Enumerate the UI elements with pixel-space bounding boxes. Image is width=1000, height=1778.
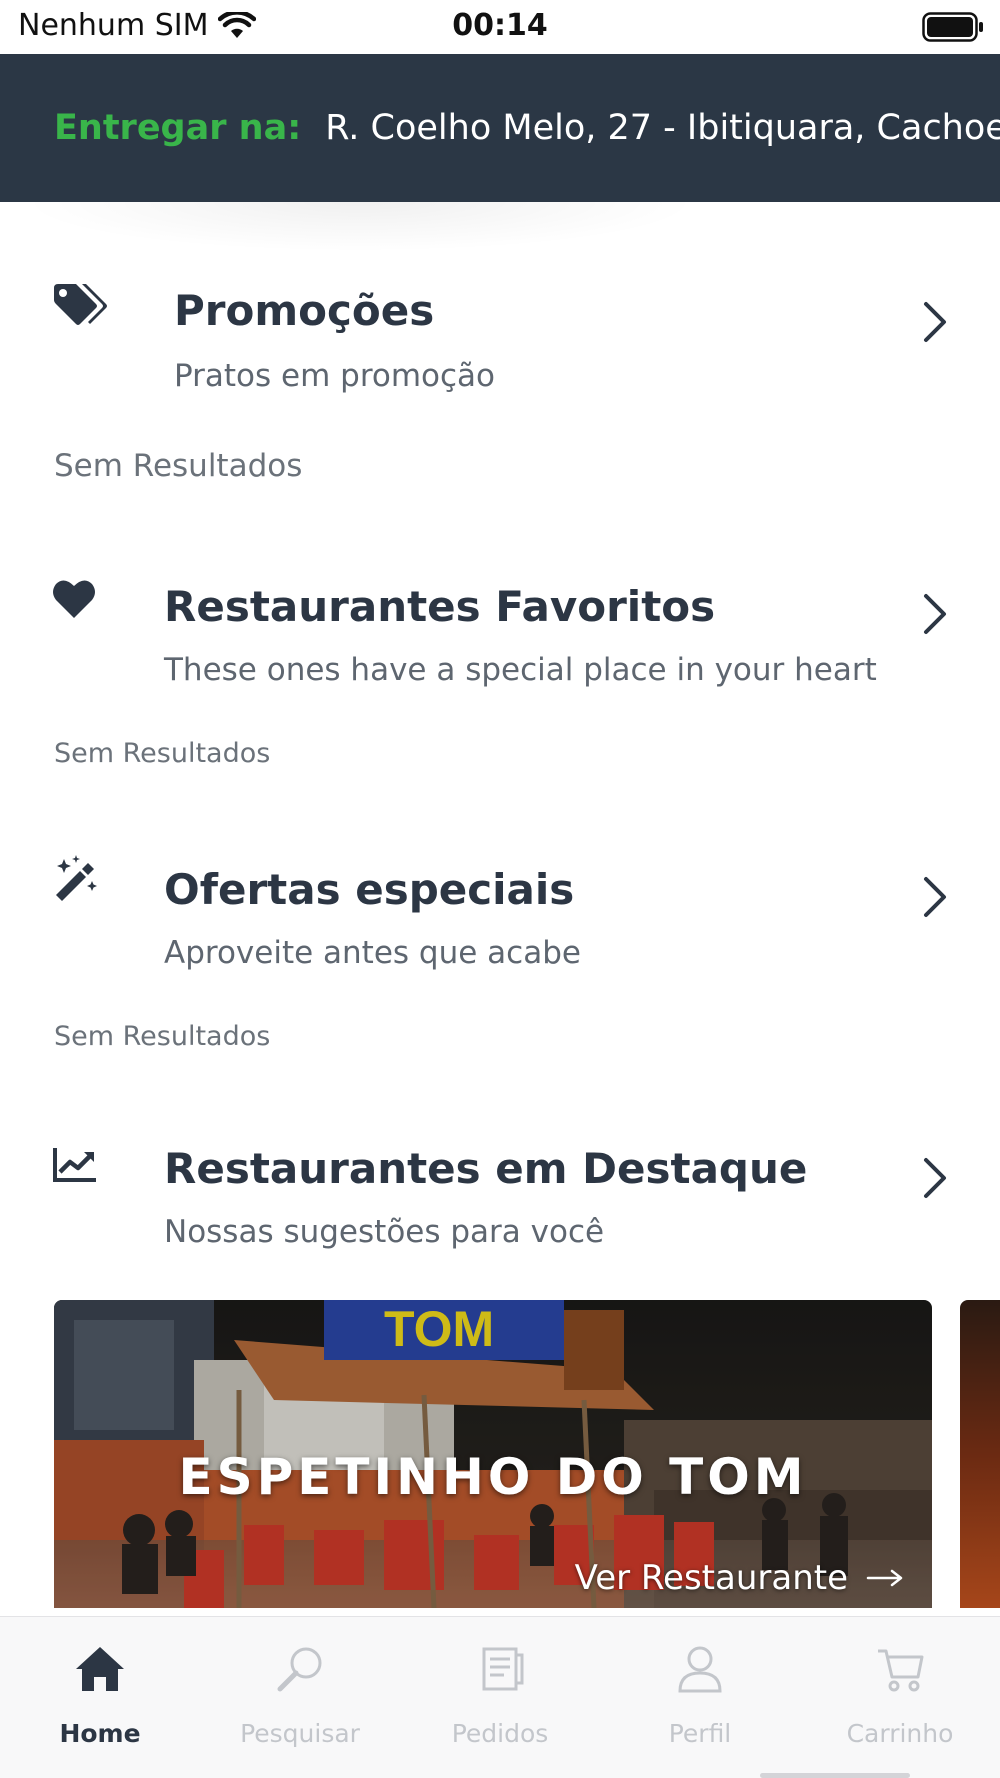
tab-perfil[interactable]: Perfil — [600, 1617, 800, 1778]
section-subtitle: Pratos em promoção — [174, 358, 496, 394]
section-title: Ofertas especiais — [164, 865, 575, 914]
tab-label: Pedidos — [451, 1719, 549, 1748]
section-subtitle: These ones have a special place in your … — [164, 652, 877, 688]
arrow-right-icon — [866, 1569, 903, 1587]
chevron-right-icon[interactable] — [920, 592, 950, 636]
featured-restaurant-card[interactable]: TOM ESPETINHO DO TOM Ver Restaurante — [54, 1300, 932, 1608]
section-destaque[interactable]: Restaurantes em Destaque Nossas sugestõe… — [0, 1138, 1000, 1268]
section-favoritos[interactable]: Restaurantes Favoritos These ones have a… — [0, 572, 1000, 772]
section-title: Restaurantes Favoritos — [164, 582, 716, 631]
tab-home[interactable]: Home — [0, 1617, 200, 1778]
section-title: Restaurantes em Destaque — [164, 1144, 808, 1193]
home-icon — [76, 1647, 124, 1691]
tab-pedidos[interactable]: Pedidos — [400, 1617, 600, 1778]
empty-results-text: Sem Resultados — [54, 738, 271, 769]
delivery-address[interactable]: R. Coelho Melo, 27 - Ibitiquara, Cachoe — [325, 108, 1000, 148]
delivery-address-bar[interactable]: Entregar na: R. Coelho Melo, 27 - Ibitiq… — [0, 54, 1000, 202]
receipt-icon — [482, 1647, 524, 1691]
view-restaurant-label: Ver Restaurante — [574, 1558, 848, 1598]
tab-label: Perfil — [668, 1719, 732, 1748]
magic-wand-icon — [56, 855, 97, 901]
home-indicator — [760, 1773, 910, 1778]
bottom-tab-bar: Home Pesquisar Pedidos Perfil Carrinho — [0, 1616, 1000, 1778]
section-promocoes[interactable]: Promoções Pratos em promoção Sem Resulta… — [0, 270, 1000, 500]
tab-label: Home — [59, 1719, 141, 1748]
chevron-right-icon[interactable] — [920, 300, 950, 344]
tab-carrinho[interactable]: Carrinho — [800, 1617, 1000, 1778]
status-time: 00:14 — [452, 8, 548, 43]
header-shadow — [20, 202, 700, 252]
delivery-label: Entregar na: — [54, 108, 302, 148]
tab-label: Pesquisar — [240, 1719, 360, 1748]
search-icon — [277, 1647, 322, 1692]
chart-line-icon — [53, 1148, 96, 1182]
empty-results-text: Sem Resultados — [54, 1021, 271, 1052]
tags-icon — [54, 284, 107, 325]
empty-results-text: Sem Resultados — [54, 448, 303, 484]
view-restaurant-link[interactable]: Ver Restaurante — [575, 1558, 904, 1598]
restaurant-name: ESPETINHO DO TOM — [178, 1448, 808, 1506]
chevron-right-icon[interactable] — [920, 1156, 950, 1200]
user-icon — [678, 1646, 722, 1693]
section-title: Promoções — [174, 286, 435, 335]
heart-icon — [53, 580, 95, 618]
section-ofertas[interactable]: Ofertas especiais Aproveite antes que ac… — [0, 855, 1000, 1055]
cart-icon — [878, 1649, 924, 1692]
tab-pesquisar[interactable]: Pesquisar — [200, 1617, 400, 1778]
chevron-right-icon[interactable] — [920, 875, 950, 919]
section-subtitle: Nossas sugestões para você — [164, 1214, 605, 1250]
tab-label: Carrinho — [846, 1719, 954, 1748]
battery-icon — [922, 12, 983, 42]
status-bar: Nenhum SIM 00:14 — [0, 0, 1000, 54]
next-restaurant-card-peek[interactable] — [960, 1300, 1000, 1608]
section-subtitle: Aproveite antes que acabe — [164, 935, 581, 971]
